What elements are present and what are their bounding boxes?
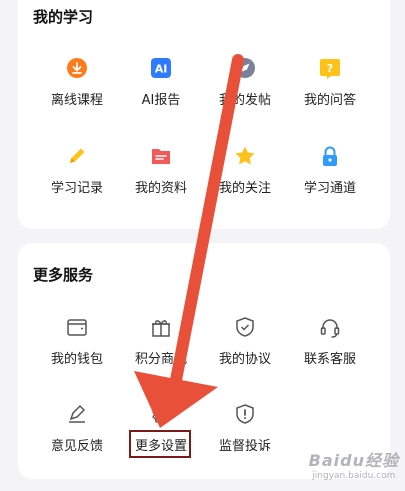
watermark-main: Baidu经验 <box>308 451 399 470</box>
study-item-label: 我的关注 <box>218 181 271 196</box>
study-item-label: 我的资料 <box>134 181 187 196</box>
study-item-label: 离线课程 <box>50 93 103 108</box>
alert-shield-icon <box>234 403 256 425</box>
service-item-label: 我的钱包 <box>50 352 103 367</box>
study-item-label: AI报告 <box>141 93 181 108</box>
compass-icon <box>234 57 256 79</box>
service-item-label: 意见反馈 <box>50 439 103 454</box>
service-item-label: 监督投诉 <box>218 439 271 454</box>
gear-icon <box>150 403 172 425</box>
service-item-label: 积分商城 <box>134 352 187 367</box>
feedback-icon <box>66 403 88 425</box>
services-section-title: 更多服务 <box>33 266 94 284</box>
pencil-icon <box>66 145 88 167</box>
service-item-label: 联系客服 <box>303 352 356 367</box>
headset-icon <box>319 316 341 338</box>
gift-icon <box>150 316 172 338</box>
star-icon <box>234 145 256 167</box>
watermark: Baidu经验 jingyan.baidu.com <box>309 447 399 481</box>
study-item-label: 学习记录 <box>50 181 103 196</box>
study-item-label: 我的发帖 <box>218 93 271 108</box>
question-icon: ? <box>319 57 341 79</box>
service-item-label: 我的协议 <box>218 352 271 367</box>
wallet-icon <box>66 316 88 338</box>
download-icon <box>66 57 88 79</box>
study-item-label: 学习通道 <box>303 181 356 196</box>
folder-icon <box>150 145 172 167</box>
lock-icon <box>319 145 341 167</box>
svg-text:?: ? <box>327 62 333 75</box>
shield-check-icon <box>234 316 256 338</box>
svg-text:AI: AI <box>155 63 168 76</box>
study-item-label: 我的问答 <box>303 93 356 108</box>
ai-report-icon: AI <box>150 57 172 79</box>
watermark-sub: jingyan.baidu.com <box>312 471 396 481</box>
more-settings-highlight-box <box>129 430 191 458</box>
study-section-title: 我的学习 <box>33 8 94 26</box>
